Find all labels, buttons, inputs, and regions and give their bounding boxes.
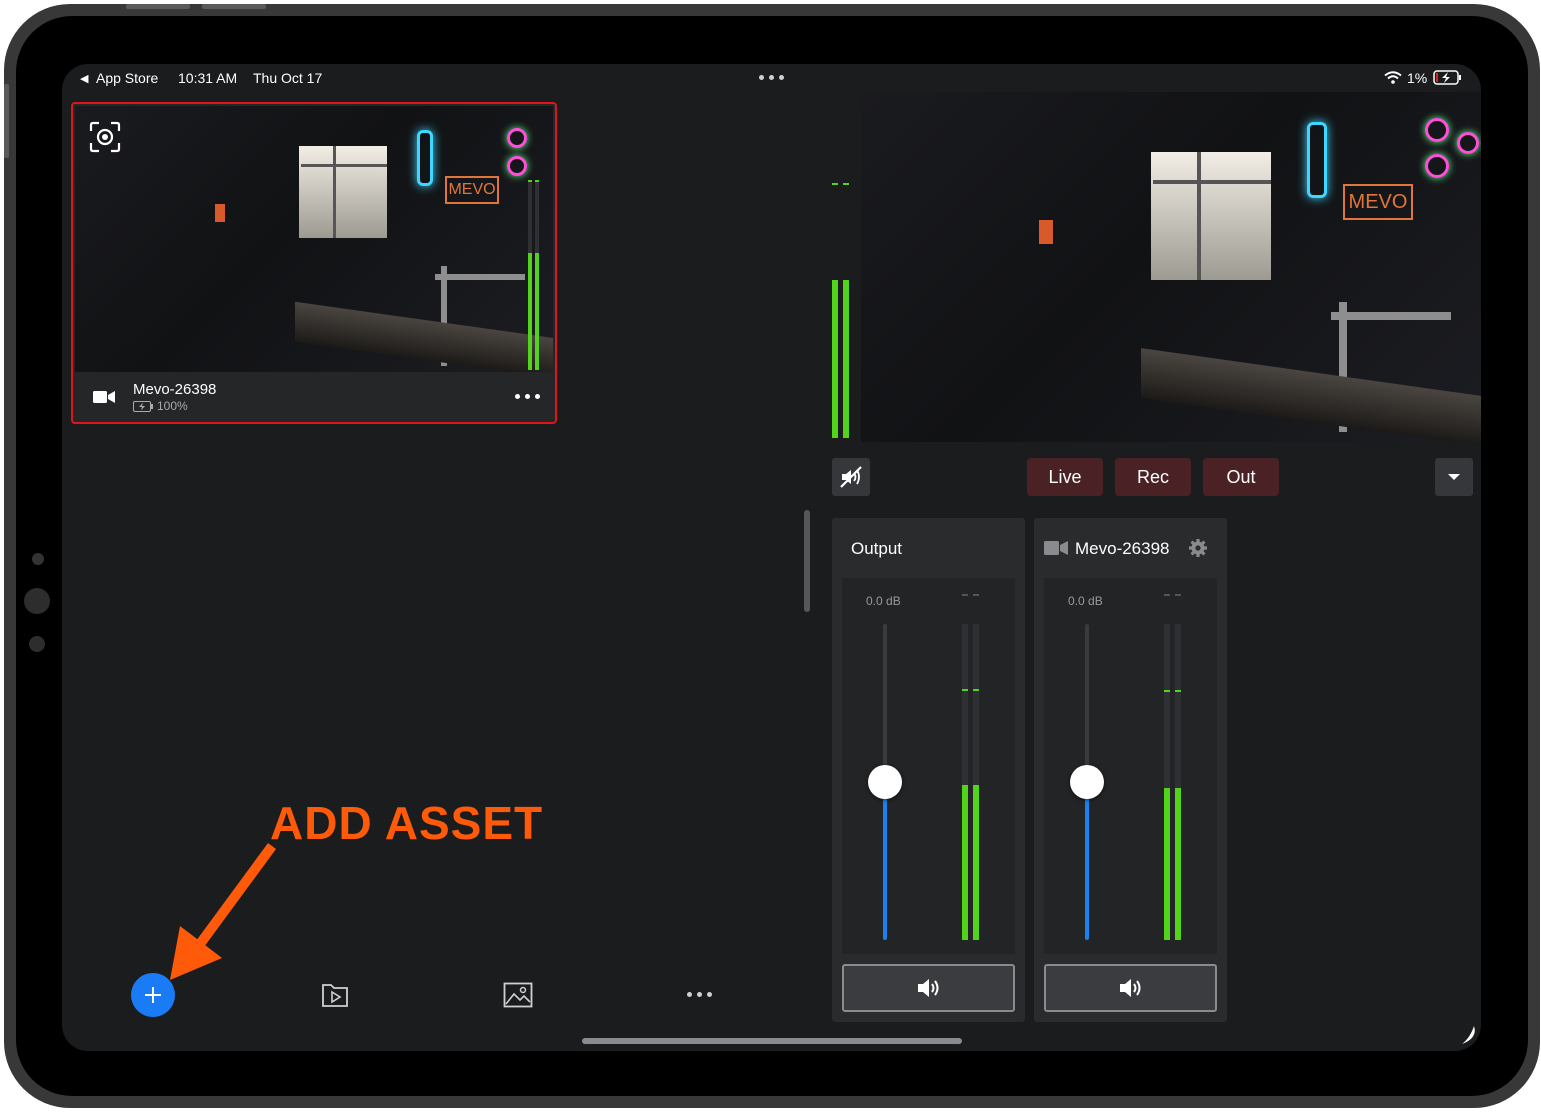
more-options-icon[interactable] bbox=[687, 992, 712, 997]
add-asset-annotation: ADD ASSET bbox=[270, 797, 544, 849]
camera-mute-button[interactable] bbox=[1044, 964, 1217, 1012]
rec-button[interactable]: Rec bbox=[1115, 458, 1191, 496]
volume-down-button bbox=[202, 4, 266, 9]
annotation-arrow-icon bbox=[170, 843, 277, 980]
output-fader-knob[interactable] bbox=[868, 765, 902, 799]
camera-meter-left bbox=[1164, 624, 1170, 940]
camera-mixer-panel: Mevo-26398 0.0 dB bbox=[1034, 518, 1227, 1022]
program-meter-left bbox=[832, 280, 838, 438]
sensor-dot bbox=[29, 636, 45, 652]
image-icon[interactable] bbox=[503, 982, 533, 1008]
battery-percent: 1% bbox=[1407, 70, 1428, 86]
camera-options-icon[interactable] bbox=[515, 394, 540, 399]
video-camera-icon bbox=[93, 391, 115, 403]
multitasking-dots-icon[interactable] bbox=[759, 75, 784, 80]
camera-fader-well: 0.0 dB bbox=[1044, 578, 1217, 954]
camera-card-footer: Mevo-26398 100% bbox=[75, 372, 553, 420]
camera-source-card[interactable]: MEVO Mevo-26398 100% bbox=[71, 102, 557, 424]
camera-preview-thumbnail: MEVO bbox=[75, 106, 553, 372]
camera-panel-title: Mevo-26398 bbox=[1075, 539, 1170, 558]
scroll-indicator[interactable] bbox=[804, 510, 810, 612]
chevron-down-icon bbox=[1448, 474, 1460, 480]
audio-monitor-toggle[interactable] bbox=[832, 458, 870, 496]
program-meter-right bbox=[843, 280, 849, 438]
speaker-icon bbox=[917, 979, 938, 997]
output-gain-label: 0.0 dB bbox=[866, 594, 901, 608]
output-mute-button[interactable] bbox=[842, 964, 1015, 1012]
back-arrow-icon[interactable]: ◀ bbox=[80, 72, 88, 85]
live-button[interactable]: Live bbox=[1027, 458, 1103, 496]
audio-mute-icon bbox=[840, 466, 862, 488]
card-audio-meter-right bbox=[535, 182, 539, 370]
status-time: 10:31 AM bbox=[178, 70, 238, 86]
output-meter-right bbox=[973, 624, 979, 940]
home-indicator[interactable] bbox=[582, 1038, 962, 1044]
battery-charging-icon bbox=[1433, 70, 1461, 85]
card-audio-meter-left bbox=[528, 182, 532, 370]
battery-icon bbox=[133, 401, 153, 412]
camera-gain-label: 0.0 dB bbox=[1068, 594, 1103, 608]
output-mixer-panel: Output 0.0 dB bbox=[832, 518, 1025, 1022]
program-peak-left bbox=[832, 183, 838, 185]
expand-dropdown-button[interactable] bbox=[1435, 458, 1473, 496]
out-button[interactable]: Out bbox=[1203, 458, 1279, 496]
program-preview: MEVO bbox=[861, 92, 1481, 442]
output-panel-title: Output bbox=[851, 539, 903, 558]
status-date: Thu Oct 17 bbox=[253, 70, 323, 86]
power-button bbox=[4, 84, 9, 158]
camera-meter-right bbox=[1175, 624, 1181, 940]
camera-battery-level: 100% bbox=[157, 399, 188, 413]
volume-up-button bbox=[126, 4, 190, 9]
moon-icon bbox=[1462, 1026, 1475, 1044]
gear-icon[interactable] bbox=[1188, 538, 1208, 558]
wifi-icon bbox=[1384, 71, 1402, 84]
speaker-icon bbox=[1119, 979, 1140, 997]
output-meter-left bbox=[962, 624, 968, 940]
sensor-dot bbox=[24, 588, 50, 614]
video-camera-icon bbox=[1044, 541, 1068, 555]
capture-snapshot-icon[interactable] bbox=[88, 120, 122, 154]
program-peak-right bbox=[843, 183, 849, 185]
front-camera-icon bbox=[32, 553, 44, 565]
camera-name: Mevo-26398 bbox=[133, 381, 217, 398]
camera-fader-knob[interactable] bbox=[1070, 765, 1104, 799]
media-folder-icon[interactable] bbox=[321, 982, 349, 1008]
back-to-app-store[interactable]: App Store bbox=[96, 70, 158, 86]
output-fader-well: 0.0 dB bbox=[842, 578, 1015, 954]
